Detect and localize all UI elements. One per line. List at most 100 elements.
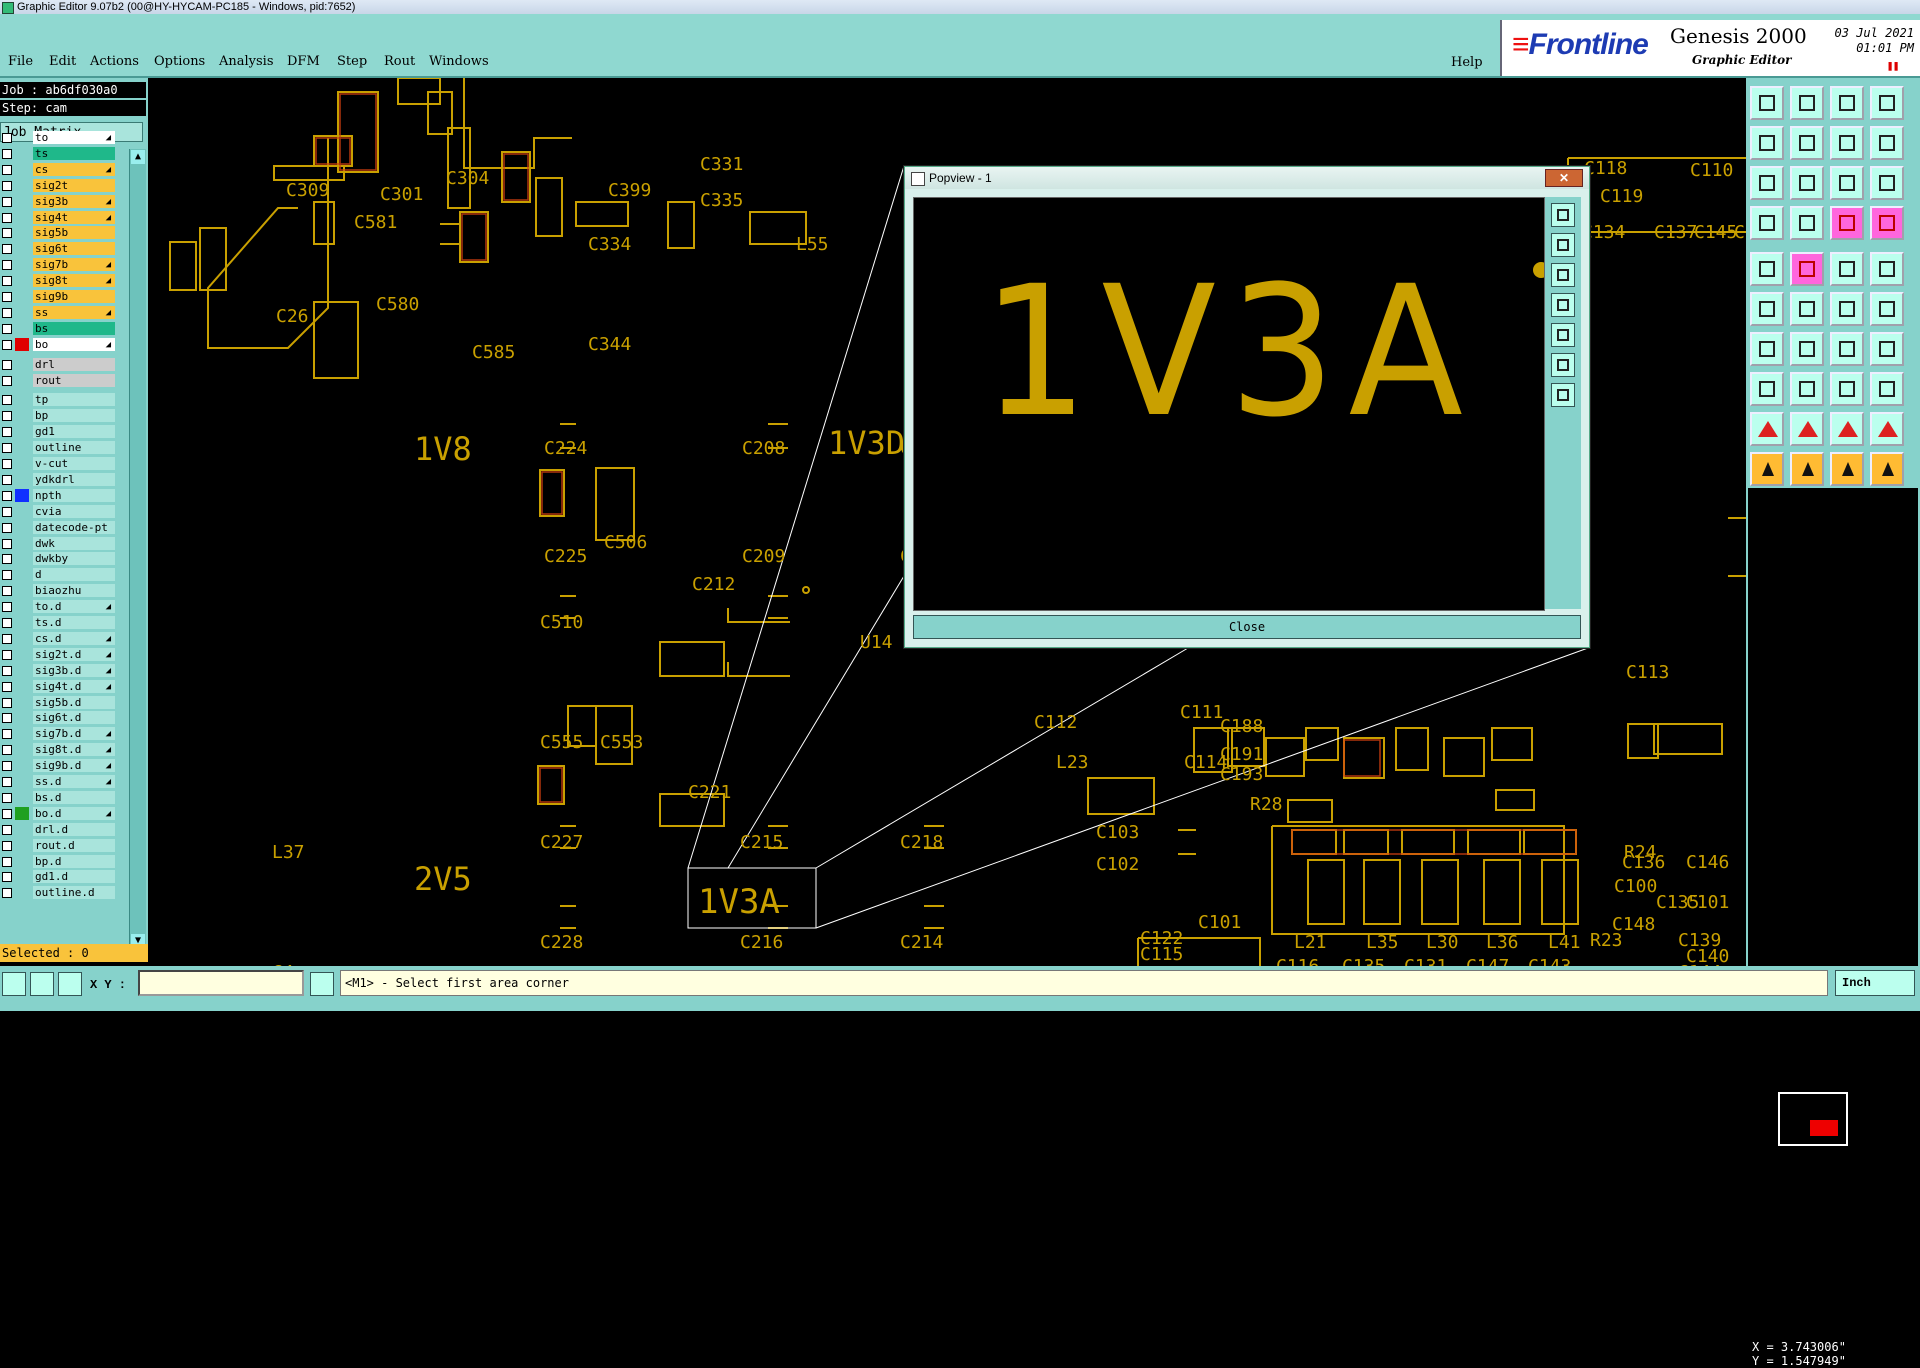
popview-close-icon[interactable]: ✕ xyxy=(1545,169,1583,187)
layer-checkbox[interactable] xyxy=(2,808,12,819)
layer-checkbox[interactable] xyxy=(2,395,12,406)
layer-name[interactable]: sig2t.d ◢ xyxy=(33,647,115,661)
move-left-icon[interactable] xyxy=(1750,126,1784,160)
layer-name[interactable]: drl.d xyxy=(33,822,115,836)
layer-name[interactable]: datecode-pt xyxy=(33,520,115,534)
popview-close-button[interactable]: Close xyxy=(913,615,1581,639)
layer-color-swatch[interactable] xyxy=(15,537,29,550)
layer-name[interactable]: ts.d xyxy=(33,616,115,629)
wrench-icon[interactable] xyxy=(1750,206,1784,240)
layer-checkbox[interactable] xyxy=(2,180,12,191)
layer-name[interactable]: cvia xyxy=(33,504,115,518)
layer-checkbox[interactable] xyxy=(2,276,12,287)
layer-color-swatch[interactable] xyxy=(15,616,29,629)
layer-name[interactable]: to ◢ xyxy=(33,131,115,144)
layer-name[interactable]: ts xyxy=(33,146,115,160)
layer-color-swatch[interactable] xyxy=(15,743,29,756)
list-icon[interactable] xyxy=(1870,86,1904,120)
layer-checkbox[interactable] xyxy=(2,888,12,899)
popview-view[interactable]: 1V3A xyxy=(913,197,1545,611)
layer-color-swatch[interactable] xyxy=(15,195,29,208)
pause-icon[interactable]: ❚❚ xyxy=(1887,61,1899,73)
grid-icon[interactable] xyxy=(58,972,82,996)
layer-checkbox[interactable] xyxy=(2,570,12,581)
layer-name[interactable]: tp xyxy=(33,393,115,407)
layer-color-swatch[interactable] xyxy=(15,711,29,724)
line-icon[interactable] xyxy=(1790,332,1824,366)
layer-checkbox[interactable] xyxy=(2,824,12,835)
layer-checkbox[interactable] xyxy=(2,586,12,597)
layer-row[interactable]: sig6t xyxy=(0,241,120,256)
layer-name[interactable]: ss.d ◢ xyxy=(33,775,115,788)
layer-checkbox[interactable] xyxy=(2,729,12,740)
layer-row[interactable]: drl.d xyxy=(0,822,120,837)
layer-row[interactable]: ts xyxy=(0,146,120,161)
layer-checkbox[interactable] xyxy=(2,745,12,756)
layer-row[interactable]: sig4t ◢ xyxy=(0,210,120,225)
help-icon[interactable] xyxy=(1870,166,1904,200)
layer-row[interactable]: sig8t.d ◢ xyxy=(0,742,120,757)
layer-name[interactable]: gd1.d xyxy=(33,870,115,884)
connect-icon[interactable] xyxy=(1750,292,1784,326)
layer-row[interactable]: to.d ◢ xyxy=(0,599,120,614)
layer-color-swatch[interactable] xyxy=(15,242,29,255)
menu-edit[interactable]: Edit xyxy=(49,54,76,69)
minus-icon[interactable] xyxy=(1790,372,1824,406)
home-icon[interactable] xyxy=(1830,86,1864,120)
layer-name[interactable]: d xyxy=(33,568,115,582)
triangle-b-icon[interactable] xyxy=(1830,412,1864,446)
layer-name[interactable]: sig8t ◢ xyxy=(33,274,115,288)
layer-checkbox[interactable] xyxy=(2,443,12,454)
layer-name[interactable]: rout.d xyxy=(33,838,115,852)
layer-row[interactable]: npth xyxy=(0,488,120,503)
angle-icon[interactable] xyxy=(1750,332,1784,366)
layer-row[interactable]: bo.d ◢ xyxy=(0,806,120,821)
pad-icon[interactable] xyxy=(1750,252,1784,286)
layer-name[interactable]: biaozhu xyxy=(33,584,115,598)
menu-windows[interactable]: Windows xyxy=(429,54,489,69)
route-icon[interactable] xyxy=(1830,206,1864,240)
layer-color-swatch[interactable] xyxy=(15,147,29,160)
layer-row[interactable]: cs ◢ xyxy=(0,162,120,177)
layer-row[interactable]: biaozhu xyxy=(0,583,120,598)
layer-checkbox[interactable] xyxy=(2,196,12,207)
layer-checkbox[interactable] xyxy=(2,459,12,469)
fit-icon[interactable] xyxy=(1750,166,1784,200)
layer-checkbox[interactable] xyxy=(2,665,12,676)
layer-color-swatch[interactable] xyxy=(15,163,29,176)
layer-row[interactable]: sig9b.d ◢ xyxy=(0,758,120,773)
layer-name[interactable]: bs xyxy=(33,321,115,335)
layer-row[interactable]: cs.d ◢ xyxy=(0,631,120,646)
layer-color-swatch[interactable] xyxy=(15,568,29,581)
menu-options[interactable]: Options xyxy=(154,54,205,69)
layer-checkbox[interactable] xyxy=(2,474,12,485)
layer-color-swatch[interactable] xyxy=(15,552,29,565)
layer-color-swatch[interactable] xyxy=(15,775,29,788)
layer-color-swatch[interactable] xyxy=(15,457,29,470)
layer-name[interactable]: sig9b xyxy=(33,290,115,303)
layer-checkbox[interactable] xyxy=(2,602,12,613)
tree-icon[interactable] xyxy=(1870,206,1904,240)
layer-row[interactable]: ss ◢ xyxy=(0,305,120,320)
layer-checkbox[interactable] xyxy=(2,260,12,271)
overview-frame[interactable] xyxy=(1778,1092,1848,1146)
layer-checkbox[interactable] xyxy=(2,649,12,660)
layer-row[interactable]: sig2t xyxy=(0,178,120,193)
layer-name[interactable]: ydkdrl xyxy=(33,472,115,486)
layer-row[interactable]: to ◢ xyxy=(0,130,120,145)
tab-icon[interactable] xyxy=(1870,332,1904,366)
layer-color-swatch[interactable] xyxy=(15,290,29,303)
layer-row[interactable]: rout.d xyxy=(0,838,120,853)
layer-color-swatch[interactable] xyxy=(15,425,29,438)
triangle-a-icon[interactable] xyxy=(1790,412,1824,446)
layer-row[interactable]: sig4t.d ◢ xyxy=(0,679,120,694)
layer-color-swatch[interactable] xyxy=(15,855,29,868)
layer-color-swatch[interactable] xyxy=(15,358,29,371)
layer-name[interactable]: bo ◢ xyxy=(33,337,115,351)
layer-color-swatch[interactable] xyxy=(15,441,29,454)
layer-color-swatch[interactable] xyxy=(15,823,29,836)
units-select[interactable]: Inch xyxy=(1835,970,1915,996)
layer-row[interactable]: bp xyxy=(0,408,120,423)
layer-name[interactable]: cs.d ◢ xyxy=(33,631,115,645)
layer-row[interactable]: sig5b xyxy=(0,225,120,240)
